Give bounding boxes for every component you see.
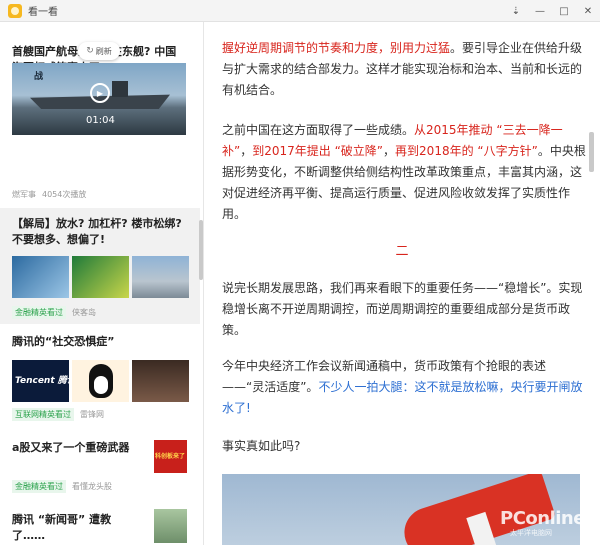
feed-thumbnail — [132, 256, 189, 298]
feed-item-tag: 金融精英看过 — [12, 480, 66, 493]
article-paragraph: 之前中国在这方面取得了一些成绩。从2015年推动 “三去一降一补”，到2017年… — [222, 120, 588, 225]
feed-item[interactable]: 腾讯 “新闻哥” 遭教了…… — [0, 500, 200, 545]
feed-item-source: 侠客岛 — [72, 308, 96, 317]
section-marker: 二 — [395, 244, 409, 259]
article-paragraph: 今年中央经济工作会议新闻通稿中，货币政策有个抢眼的表述——“灵活适度”。不少人一… — [222, 356, 588, 419]
title-bar: 看一看 ⇣ — □ ✕ — [0, 0, 600, 22]
feed-item-tag: 金融精英看过 — [12, 306, 66, 319]
paragraph-text: 之前中国在这方面取得了一些成绩。 — [222, 123, 415, 137]
feed-item-source: 看懂龙头股 — [72, 482, 112, 491]
window-title: 看一看 — [28, 7, 58, 18]
window-controls: ⇣ — □ ✕ — [504, 0, 600, 22]
thumbnail-text: 科创板来了 — [155, 453, 186, 460]
video-duration: 01:04 — [86, 115, 115, 126]
feed-item-meta: 互联网精英看过 雷锋网 — [0, 408, 116, 421]
feed-item-plays: 4054次播放 — [42, 190, 87, 199]
feed-thumbnail: Tencent 腾讯 — [12, 360, 69, 402]
feed-item-title: a股又来了一个重磅武器 — [12, 441, 130, 454]
play-icon[interactable]: ▶ — [90, 83, 110, 103]
maximize-button[interactable]: □ — [552, 0, 576, 22]
feed-item-meta: 金融精英看过 侠客岛 — [0, 306, 108, 319]
feed-item-title: 腾讯的“社交恐惧症” — [12, 335, 115, 348]
feed-item-title: 【解局】放水? 加杠杆? 楼市松绑? 不要想多、想偏了! — [12, 217, 182, 246]
paragraph-text: ， — [240, 144, 253, 158]
refresh-label: 刷新 — [95, 46, 112, 56]
highlight-red: 握好逆周期调节的节奏和力度，别用力过猛 — [222, 41, 451, 55]
feed-item[interactable]: 腾讯的“社交恐惧症” Tencent 腾讯 互联网精英看过 雷锋网 — [0, 324, 200, 424]
refresh-button[interactable]: ↻ 刷新 — [78, 42, 120, 60]
refresh-icon: ↻ — [86, 46, 94, 56]
article-paragraph: 说完长期发展思路，我们再来看眼下的重要任务——“稳增长”。实现稳增长离不开逆周期… — [222, 281, 583, 337]
feed-item-source: 燃军事 — [12, 190, 36, 199]
watermark-logo: PConline — [500, 508, 585, 529]
feed-item[interactable]: a股又来了一个重磅武器 科创板来了 金融精英看过 看懂龙头股 — [0, 424, 200, 500]
article-view[interactable]: 握好逆周期调节的节奏和力度，别用力过猛。要引导企业在供给升级与扩大需求的结合部发… — [204, 22, 600, 545]
penguin-belly-shape — [94, 376, 108, 394]
article-scrollbar[interactable] — [589, 132, 594, 172]
feed-thumbnail — [72, 360, 129, 402]
video-thumbnail[interactable]: 战 ▶ 01:04 — [12, 63, 186, 135]
article-paragraph: 握好逆周期调节的节奏和力度，别用力过猛。要引导企业在供给升级与扩大需求的结合部发… — [222, 38, 588, 101]
highlight-red: 再到2018年的 “八字方针” — [395, 144, 538, 158]
feed-item-title: 腾讯 “新闻哥” 遭教了…… — [12, 513, 112, 542]
app-logo-icon — [8, 3, 22, 18]
carrier-tower-shape — [112, 81, 128, 97]
highlight-red: 到2017年提出 “破立降” — [252, 144, 384, 158]
feed-item-source: 雷锋网 — [80, 410, 104, 419]
video-caption: 战 — [34, 72, 44, 82]
watermark-subtitle: 太平洋电脑网 — [510, 529, 552, 537]
close-button[interactable]: ✕ — [576, 0, 600, 22]
feed-item-tag: 互联网精英看过 — [12, 408, 74, 421]
thumbnail-text: Tencent 腾讯 — [15, 376, 69, 386]
feed-thumbnail — [12, 256, 69, 298]
minimize-button[interactable]: — — [528, 0, 552, 22]
feed-item-meta: 金融精英看过 看懂龙头股 — [0, 480, 124, 493]
feed-item-meta: 燃军事 4054次播放 — [0, 189, 98, 200]
feed-list[interactable]: 首艘国产航母为何不在东舰? 中国海军权威答案来了 战 ▶ 01:04 燃军事 4… — [0, 22, 204, 545]
paragraph-text: ， — [383, 144, 396, 158]
feed-scrollbar[interactable] — [199, 220, 203, 280]
feed-thumbnail: 科创板来了 — [154, 440, 187, 473]
feed-thumbnail — [132, 360, 189, 402]
feed-thumbnail — [154, 509, 187, 543]
feed-item[interactable]: 【解局】放水? 加杠杆? 楼市松绑? 不要想多、想偏了! 金融精英看过 侠客岛 — [0, 208, 200, 324]
feed-thumbnail — [72, 256, 129, 298]
pin-button[interactable]: ⇣ — [504, 0, 528, 22]
article-paragraph: 事实真如此吗? — [222, 439, 301, 453]
